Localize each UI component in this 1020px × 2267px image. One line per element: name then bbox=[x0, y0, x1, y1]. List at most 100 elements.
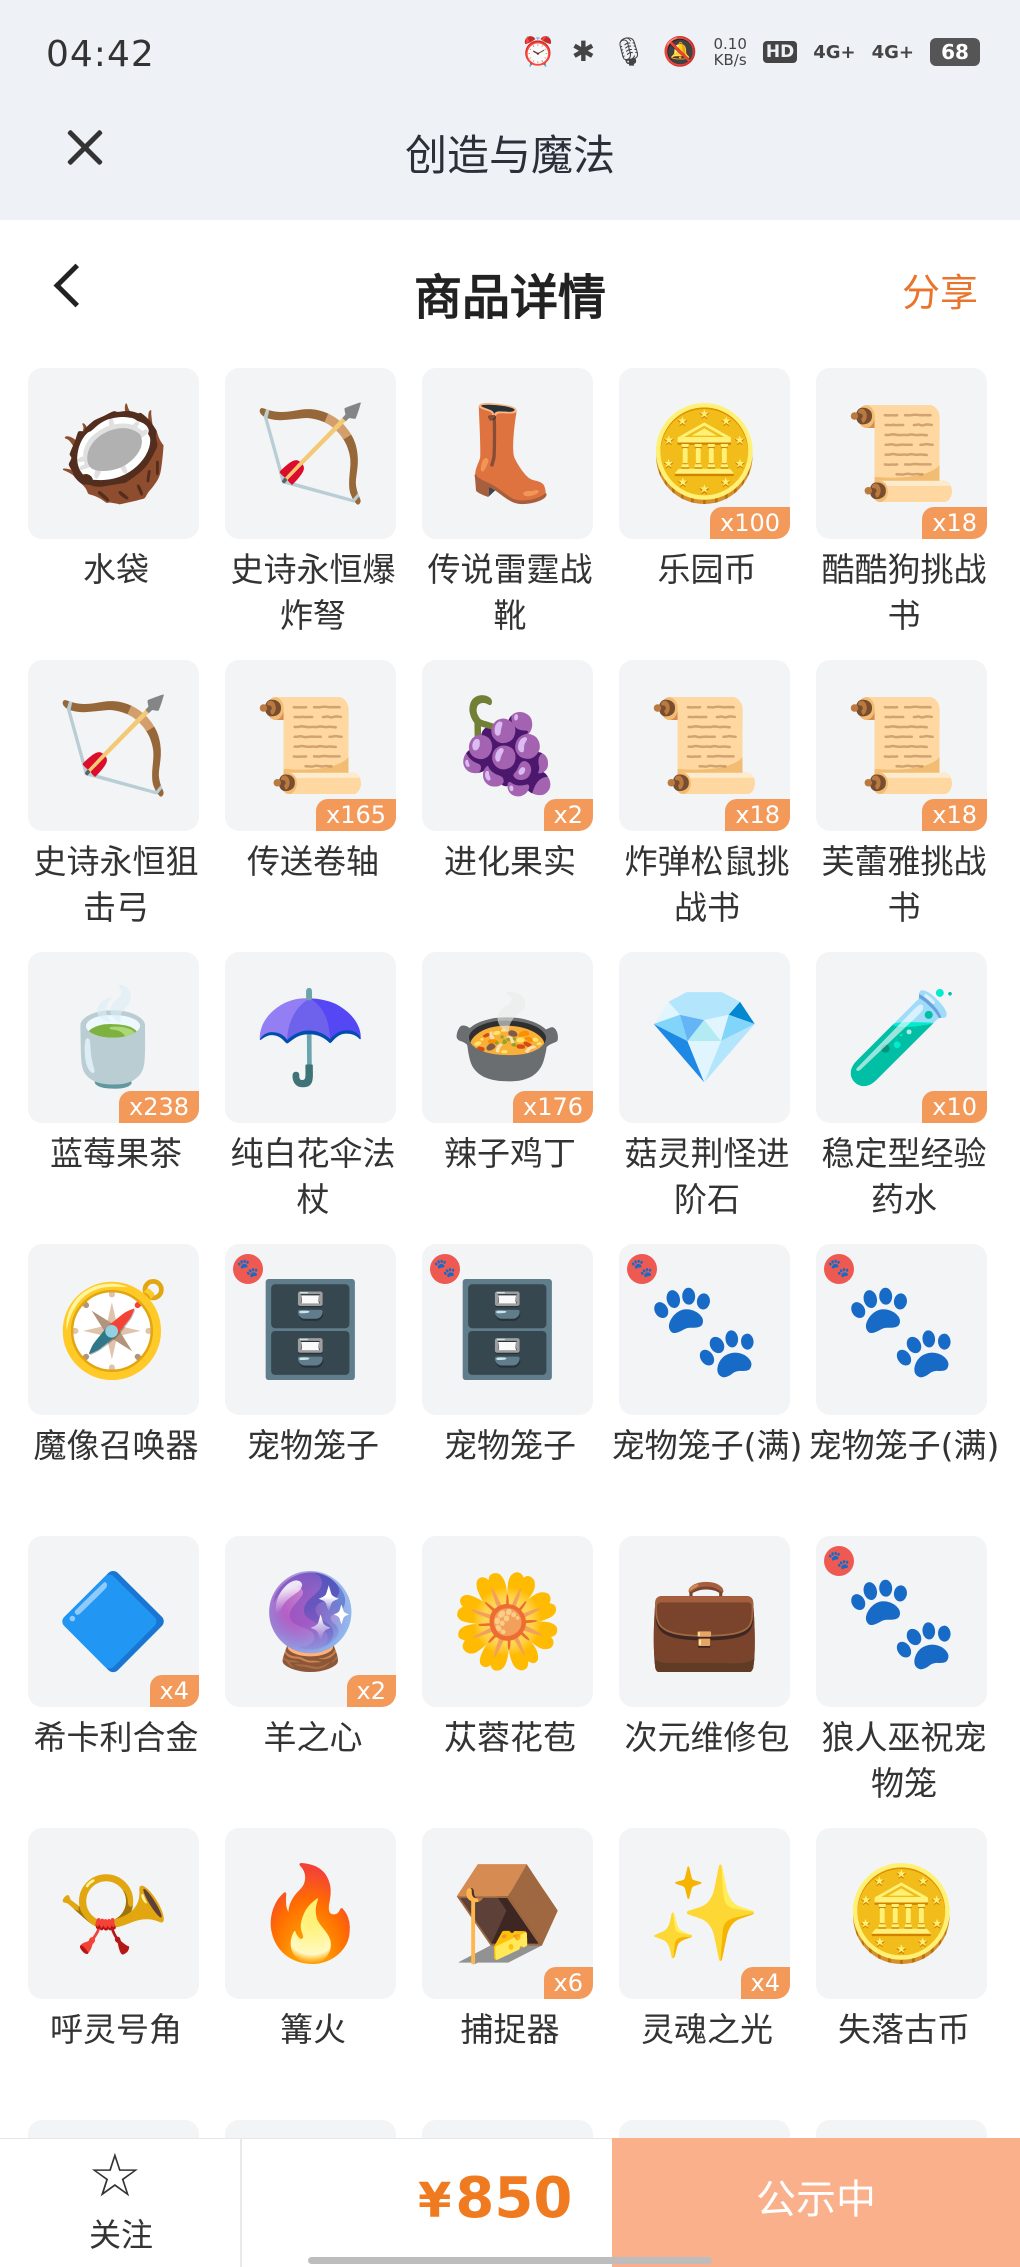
item-image[interactable]: ✨ x4 bbox=[619, 1828, 790, 1999]
publicity-status-button[interactable]: 公示中 bbox=[612, 2138, 1020, 2267]
item-name: 蓝莓果茶 bbox=[50, 1134, 182, 1173]
item-card[interactable]: 🔮 x2 羊之心 bbox=[217, 1536, 409, 1761]
item-image[interactable]: 🪤 x6 bbox=[422, 1828, 593, 1999]
item-image[interactable]: 👑 bbox=[225, 2120, 396, 2138]
item-image[interactable]: 💎 bbox=[619, 952, 790, 1123]
item-card[interactable]: 🍇 x2 进化果实 bbox=[414, 660, 606, 885]
item-image[interactable]: ☂️ bbox=[225, 952, 396, 1123]
item-image[interactable]: 📿 bbox=[422, 2120, 593, 2138]
item-image[interactable]: 💼 bbox=[619, 1536, 790, 1707]
umbrella-icon: ☂️ bbox=[253, 983, 368, 1091]
mute-icon: 🔕 bbox=[662, 35, 698, 68]
potion-icon: 🧪 bbox=[844, 983, 959, 1091]
item-image[interactable]: 🧭 bbox=[28, 1244, 199, 1415]
item-card[interactable]: 💼 次元维修包 bbox=[611, 1536, 803, 1761]
item-card[interactable]: 👑 bbox=[217, 2120, 409, 2138]
item-card[interactable]: 🪽 bbox=[611, 2120, 803, 2138]
item-image[interactable]: 🔷 x4 bbox=[28, 1536, 199, 1707]
item-name: 宠物笼子(满) bbox=[611, 1426, 803, 1465]
item-image[interactable]: 🔮 x2 bbox=[225, 1536, 396, 1707]
item-card[interactable]: 🪙 x100 乐园币 bbox=[611, 368, 803, 593]
item-card[interactable]: ✨ x4 灵魂之光 bbox=[611, 1828, 803, 2053]
boots-icon: 👢 bbox=[450, 399, 565, 507]
item-image[interactable]: 🍇 x2 bbox=[422, 660, 593, 831]
item-image[interactable]: 📜 x165 bbox=[225, 660, 396, 831]
item-card[interactable]: 🏹 史诗永恒狙击弓 bbox=[20, 660, 212, 931]
item-image[interactable]: 🪙 bbox=[816, 1828, 987, 1999]
item-image[interactable]: 👢 bbox=[422, 368, 593, 539]
item-card[interactable]: 🔷 x4 希卡利合金 bbox=[20, 1536, 212, 1761]
item-card[interactable]: 💎 bbox=[20, 2120, 212, 2138]
item-image[interactable]: 🍲 x176 bbox=[422, 952, 593, 1123]
battery-icon: 68 bbox=[930, 38, 980, 66]
item-card[interactable]: 🐾 🐾 宠物笼子(满) bbox=[611, 1244, 803, 1469]
home-indicator[interactable] bbox=[308, 2257, 712, 2264]
item-image[interactable]: 🐾 🐾 bbox=[816, 1244, 987, 1415]
item-card[interactable]: 🍲 x176 辣子鸡丁 bbox=[414, 952, 606, 1177]
alarm-icon: ⏰ bbox=[520, 35, 556, 68]
item-card[interactable]: 📜 x18 炸弹松鼠挑战书 bbox=[611, 660, 803, 931]
item-card[interactable]: 🥥 水袋 bbox=[20, 368, 212, 593]
item-card[interactable]: 📜 x18 酷酷狗挑战书 bbox=[808, 368, 1000, 639]
item-card[interactable]: 🗡️ bbox=[808, 2120, 1000, 2138]
item-card[interactable]: 🪙 失落古币 bbox=[808, 1828, 1000, 2053]
dish-icon: 🍲 bbox=[450, 983, 565, 1091]
item-image[interactable]: 🐾 🐾 bbox=[816, 1536, 987, 1707]
item-card[interactable]: 🔥 篝火 bbox=[217, 1828, 409, 2053]
item-image[interactable]: 📯 bbox=[28, 1828, 199, 1999]
item-image[interactable]: 💎 bbox=[28, 2120, 199, 2138]
follow-label[interactable]: 关注 bbox=[0, 2210, 242, 2256]
star-icon[interactable]: ☆ bbox=[88, 2146, 142, 2206]
item-image[interactable]: 📜 x18 bbox=[619, 660, 790, 831]
item-card[interactable]: 🌼 苁蓉花苞 bbox=[414, 1536, 606, 1761]
item-card[interactable]: 📜 x18 芙蕾雅挑战书 bbox=[808, 660, 1000, 931]
net-speed-value: 0.10 bbox=[713, 35, 747, 53]
item-card[interactable]: 📿 bbox=[414, 2120, 606, 2138]
item-card[interactable]: 🧭 魔像召唤器 bbox=[20, 1244, 212, 1469]
item-card[interactable]: 🍵 x238 蓝莓果茶 bbox=[20, 952, 212, 1177]
item-image[interactable]: 🪙 x100 bbox=[619, 368, 790, 539]
item-name: 希卡利合金 bbox=[33, 1718, 199, 1757]
item-image[interactable]: 🍵 x238 bbox=[28, 952, 199, 1123]
item-image[interactable]: 🗄️ 🐾 bbox=[422, 1244, 593, 1415]
item-card[interactable]: 🧪 x10 稳定型经验药水 bbox=[808, 952, 1000, 1223]
share-button[interactable]: 分享 bbox=[902, 262, 978, 317]
item-image[interactable]: 📜 x18 bbox=[816, 368, 987, 539]
status-icons: ⏰ ✱ 🎙 🔕 0.10 KB/s HD 4G+ 4G+ 68 bbox=[521, 36, 980, 68]
item-card[interactable]: ☂️ 纯白花伞法杖 bbox=[217, 952, 409, 1223]
item-image[interactable]: 🪽 bbox=[619, 2120, 790, 2138]
item-image[interactable]: 🗡️ bbox=[816, 2120, 987, 2138]
ancient-coin-icon: 🪙 bbox=[844, 1859, 959, 1967]
item-card[interactable]: 🗄️ 🐾 宠物笼子 bbox=[217, 1244, 409, 1469]
item-card[interactable]: 👢 传说雷霆战靴 bbox=[414, 368, 606, 639]
item-name: 次元维修包 bbox=[624, 1718, 790, 1757]
pet-cage-blue-icon: 🐾 bbox=[844, 1567, 959, 1675]
item-card[interactable]: 🏹 史诗永恒爆炸弩 bbox=[217, 368, 409, 639]
item-name: 苁蓉花苞 bbox=[444, 1718, 576, 1757]
item-name: 炸弹松鼠挑战书 bbox=[624, 842, 790, 927]
item-card[interactable]: 🐾 🐾 宠物笼子(满) bbox=[808, 1244, 1000, 1469]
item-card[interactable]: 🗄️ 🐾 宠物笼子 bbox=[414, 1244, 606, 1469]
item-image[interactable]: 🔥 bbox=[225, 1828, 396, 1999]
quantity-badge: x165 bbox=[315, 799, 396, 831]
item-image[interactable]: 🧪 x10 bbox=[816, 952, 987, 1123]
item-card[interactable]: 💎 菇灵荆怪进阶石 bbox=[611, 952, 803, 1223]
item-card[interactable]: 🪤 x6 捕捉器 bbox=[414, 1828, 606, 2053]
item-image[interactable]: 🏹 bbox=[225, 368, 396, 539]
item-card[interactable]: 📜 x165 传送卷轴 bbox=[217, 660, 409, 885]
quantity-badge: x18 bbox=[922, 507, 987, 539]
heart-orb-icon: 🔮 bbox=[253, 1567, 368, 1675]
item-image[interactable]: 🥥 bbox=[28, 368, 199, 539]
item-name: 篝火 bbox=[280, 2010, 346, 2049]
summoner-icon: 🧭 bbox=[56, 1275, 171, 1383]
item-image[interactable]: 🗄️ 🐾 bbox=[225, 1244, 396, 1415]
item-name: 狼人巫祝宠物笼 bbox=[821, 1718, 987, 1803]
item-card[interactable]: 🐾 🐾 狼人巫祝宠物笼 bbox=[808, 1536, 1000, 1807]
item-image[interactable]: 🌼 bbox=[422, 1536, 593, 1707]
item-image[interactable]: 🐾 🐾 bbox=[619, 1244, 790, 1415]
item-image[interactable]: 🏹 bbox=[28, 660, 199, 831]
item-card[interactable]: 📯 呼灵号角 bbox=[20, 1828, 212, 2053]
trap-icon: 🪤 bbox=[450, 1859, 565, 1967]
item-image[interactable]: 📜 x18 bbox=[816, 660, 987, 831]
item-name: 羊之心 bbox=[263, 1718, 363, 1757]
